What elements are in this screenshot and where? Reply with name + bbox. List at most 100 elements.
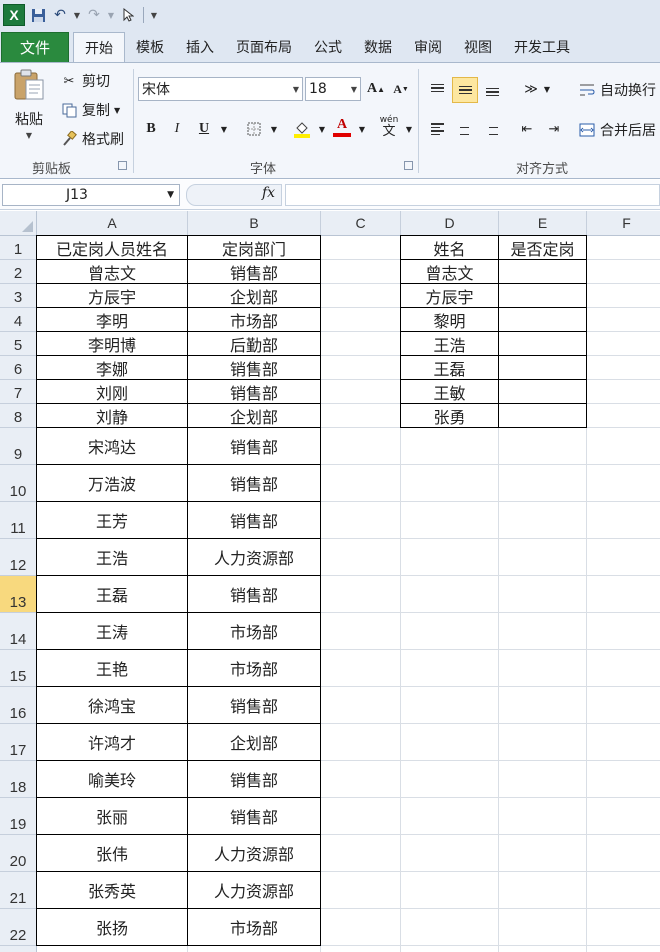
font-name-combo[interactable]: 宋体 ▼ [138,77,303,101]
row-header-15[interactable]: 15 [0,650,37,687]
lookup-name-cell[interactable]: 王敏 [401,380,499,404]
insert-function-icon[interactable]: fx [262,185,275,201]
department-cell[interactable]: 企划部 [188,284,321,308]
tab-template[interactable]: 模板 [125,32,175,62]
row-header-2[interactable]: 2 [0,260,37,284]
lookup-header-cell[interactable]: 是否定岗 [499,236,587,260]
assigned-status-cell[interactable] [499,404,587,428]
row-header-23[interactable]: 23 [0,946,37,952]
align-center-button[interactable] [453,118,475,140]
name-cell[interactable]: 张丽 [37,798,188,835]
customize-toolbar-icon[interactable]: ▼ [150,5,158,25]
department-cell[interactable]: 人力资源部 [188,835,321,872]
department-cell[interactable]: 市场部 [188,650,321,687]
department-cell[interactable]: 人力资源部 [188,539,321,576]
lookup-name-cell[interactable]: 王磊 [401,356,499,380]
name-cell[interactable]: 张伟 [37,835,188,872]
row-header-1[interactable]: 1 [0,236,37,260]
copy-dropdown-icon[interactable]: ▼ [114,106,120,115]
lookup-name-cell[interactable]: 张勇 [401,404,499,428]
underline-dropdown-icon[interactable]: ▼ [213,118,235,140]
name-cell[interactable]: 王磊 [37,576,188,613]
wrap-text-button[interactable]: 自动换行 [578,80,656,100]
row-header-14[interactable]: 14 [0,613,37,650]
name-cell[interactable]: 王芳 [37,502,188,539]
name-cell[interactable]: 李娜 [37,356,188,380]
italic-button[interactable]: I [166,118,188,140]
undo-icon[interactable]: ↶ [51,5,69,25]
tab-data[interactable]: 数据 [353,32,403,62]
tab-formulas[interactable]: 公式 [303,32,353,62]
name-cell[interactable]: 张秀英 [37,872,188,909]
department-cell[interactable]: 销售部 [188,465,321,502]
department-cell[interactable]: 销售部 [188,687,321,724]
row-header-17[interactable]: 17 [0,724,37,761]
department-cell[interactable]: 市场部 [188,613,321,650]
name-cell[interactable]: 刘刚 [37,380,188,404]
shrink-font-button[interactable]: A ▼ [390,78,412,100]
name-cell[interactable]: 刘静 [37,404,188,428]
department-cell[interactable]: 市场部 [188,909,321,946]
assigned-status-cell[interactable] [499,260,587,284]
department-cell[interactable]: 人力资源部 [188,872,321,909]
row-header-22[interactable]: 22 [0,909,37,946]
tab-insert[interactable]: 插入 [175,32,225,62]
name-cell[interactable]: 宋鸿达 [37,428,188,465]
merge-center-button[interactable]: 合并后居 [578,120,656,140]
excel-app-icon[interactable]: X [3,4,25,26]
fill-color-dropdown-icon[interactable]: ▼ [311,118,333,140]
department-cell[interactable]: 后勤部 [188,332,321,356]
tab-file[interactable]: 文件 [1,32,69,62]
lookup-name-cell[interactable]: 黎明 [401,308,499,332]
align-right-button[interactable] [480,118,502,140]
clipboard-launcher-icon[interactable] [118,161,127,170]
department-cell[interactable]: 销售部 [188,798,321,835]
font-launcher-icon[interactable] [404,161,413,170]
department-cell[interactable]: 销售部 [188,380,321,404]
row-header-11[interactable]: 11 [0,502,37,539]
assigned-status-cell[interactable] [499,356,587,380]
column-header-a[interactable]: A [37,211,188,236]
department-cell[interactable]: 销售部 [188,502,321,539]
increase-indent-button[interactable]: ⇥ [543,118,565,140]
column-header-e[interactable]: E [499,211,587,236]
row-header-18[interactable]: 18 [0,761,37,798]
assigned-status-cell[interactable] [499,380,587,404]
name-box[interactable]: J13 ▼ [2,184,180,206]
name-cell[interactable]: 张扬 [37,909,188,946]
name-cell[interactable]: 王艳 [37,650,188,687]
department-cell[interactable]: 销售部 [188,576,321,613]
pointer-icon[interactable] [119,5,137,25]
department-cell[interactable]: 市场部 [188,308,321,332]
row-header-10[interactable]: 10 [0,465,37,502]
decrease-indent-button[interactable]: ⇤ [516,118,538,140]
table-header-cell[interactable]: 定岗部门 [188,236,321,260]
font-color-button[interactable]: A [331,116,353,138]
row-header-9[interactable]: 9 [0,428,37,465]
assigned-status-cell[interactable] [499,308,587,332]
column-header-d[interactable]: D [401,211,499,236]
phonetic-button[interactable]: wén 文 [378,115,400,138]
tab-page-layout[interactable]: 页面布局 [225,32,303,62]
name-cell[interactable]: 方辰宇 [37,284,188,308]
paste-dropdown-icon[interactable]: ▼ [26,131,32,140]
border-dropdown-icon[interactable]: ▼ [263,118,285,140]
department-cell[interactable]: 销售部 [188,428,321,465]
underline-button[interactable]: U [193,118,215,140]
row-header-19[interactable]: 19 [0,798,37,835]
assigned-status-cell[interactable] [499,332,587,356]
tab-review[interactable]: 审阅 [403,32,453,62]
tab-view[interactable]: 视图 [453,32,503,62]
copy-button[interactable]: 复制 ▼ [60,100,120,120]
name-cell[interactable]: 许鸿才 [37,724,188,761]
select-all-corner[interactable] [0,211,37,236]
save-icon[interactable] [29,5,47,25]
phonetic-dropdown-icon[interactable]: ▼ [398,118,420,140]
font-color-dropdown-icon[interactable]: ▼ [351,118,373,140]
row-header-13[interactable]: 13 [0,576,37,613]
column-header-f[interactable]: F [587,211,660,236]
row-header-8[interactable]: 8 [0,404,37,428]
redo-dropdown-icon[interactable]: ▼ [107,5,115,25]
department-cell[interactable]: 销售部 [188,356,321,380]
align-middle-button[interactable] [452,77,478,103]
